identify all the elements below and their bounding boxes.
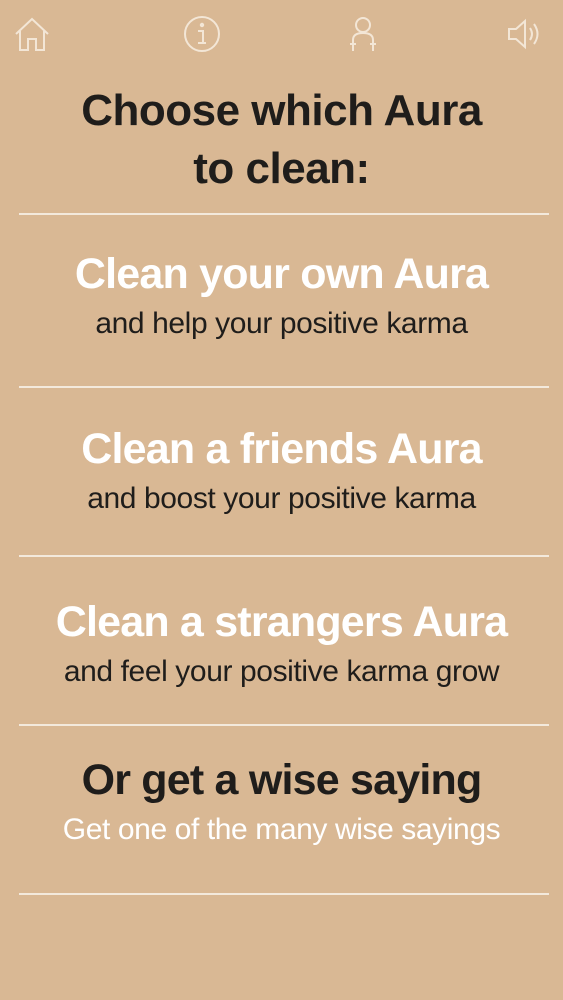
page-title: Choose which Aura to clean: (0, 82, 563, 198)
divider (19, 555, 549, 557)
option-heading: Clean a friends Aura (81, 425, 482, 473)
option-heading: Clean a strangers Aura (55, 598, 508, 646)
speaker-icon (504, 14, 544, 54)
option-heading: Or get a wise saying (81, 756, 483, 804)
wise-saying-option[interactable]: Or get a wise saying Get one of the many… (0, 752, 563, 850)
option-subtext: and help your positive karma (95, 307, 468, 340)
profile-button[interactable] (341, 12, 385, 56)
divider (19, 724, 549, 726)
option-subtext: and feel your positive karma grow (63, 655, 500, 688)
sound-button[interactable] (502, 12, 546, 56)
clean-own-aura-option[interactable]: Clean your own Aura and help your positi… (0, 246, 563, 344)
top-toolbar (0, 0, 563, 70)
home-button[interactable] (10, 12, 54, 56)
clean-friends-aura-option[interactable]: Clean a friends Aura and boost your posi… (0, 421, 563, 519)
home-icon (12, 14, 52, 54)
info-icon (182, 14, 222, 54)
option-subtext: Get one of the many wise sayings (62, 813, 501, 846)
divider (19, 893, 549, 895)
title-line-2: to clean: (193, 144, 370, 193)
info-button[interactable] (180, 12, 224, 56)
divider (19, 213, 549, 215)
option-subtext: and boost your positive karma (87, 482, 476, 515)
title-line-1: Choose which Aura (81, 86, 482, 135)
clean-strangers-aura-option[interactable]: Clean a strangers Aura and feel your pos… (0, 594, 563, 692)
option-heading: Clean your own Aura (74, 250, 489, 298)
divider (19, 386, 549, 388)
person-icon (343, 14, 383, 54)
